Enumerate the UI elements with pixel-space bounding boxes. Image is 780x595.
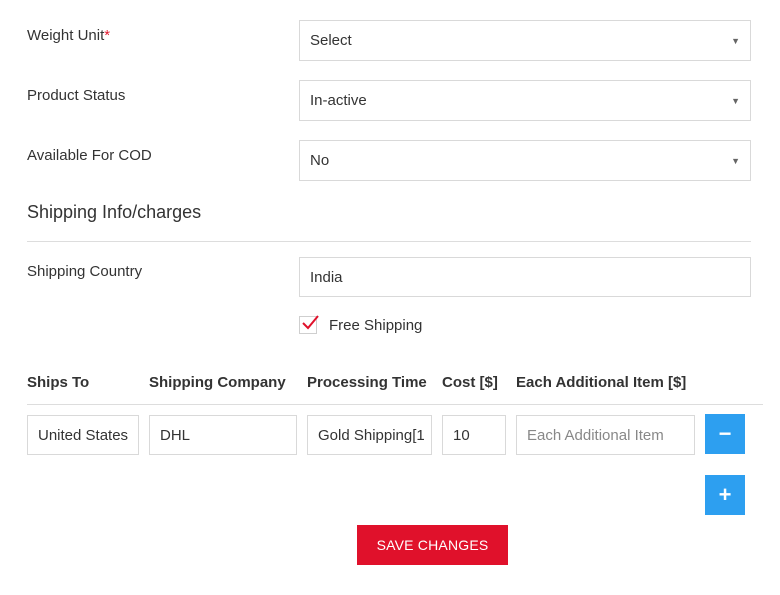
shipping-country-label: Shipping Country <box>27 263 143 280</box>
available-cod-select[interactable]: No ▼ <box>299 140 751 181</box>
shipping-country-input[interactable]: India <box>299 257 751 297</box>
product-status-label: Product Status <box>27 87 126 104</box>
plus-icon: + <box>718 482 732 507</box>
free-shipping-checkbox[interactable] <box>299 315 319 334</box>
available-cod-label: Available For COD <box>27 147 152 164</box>
caret-down-icon: ▼ <box>731 35 740 46</box>
weight-unit-select[interactable]: Select ▼ <box>299 20 751 61</box>
save-changes-button[interactable]: SAVE CHANGES <box>357 525 508 565</box>
caret-down-icon: ▼ <box>731 155 740 166</box>
table-divider <box>27 404 763 405</box>
column-header-shipping-company: Shipping Company <box>149 374 286 391</box>
processing-time-input[interactable]: Gold Shipping[1 <box>307 415 432 455</box>
column-header-additional-item: Each Additional Item [$] <box>516 374 687 391</box>
ships-to-input[interactable]: United States <box>27 415 139 455</box>
free-shipping-option[interactable]: Free Shipping <box>299 315 423 334</box>
additional-item-input[interactable]: Each Additional Item <box>516 415 695 455</box>
checkmark-icon <box>302 315 319 330</box>
column-header-ships-to: Ships To <box>27 374 90 391</box>
minus-icon: − <box>718 421 732 446</box>
add-row-button[interactable]: + <box>705 475 745 515</box>
divider <box>27 241 751 242</box>
cost-input[interactable]: 10 <box>442 415 506 455</box>
free-shipping-label: Free Shipping <box>329 316 423 334</box>
product-status-select[interactable]: In-active ▼ <box>299 80 751 121</box>
shipping-company-input[interactable]: DHL <box>149 415 297 455</box>
remove-row-button[interactable]: − <box>705 414 745 454</box>
required-mark: * <box>104 27 111 44</box>
column-header-cost: Cost [$] <box>442 374 498 391</box>
column-header-processing-time: Processing Time <box>307 374 427 391</box>
caret-down-icon: ▼ <box>731 95 740 106</box>
weight-unit-label: Weight Unit* <box>27 27 111 44</box>
shipping-heading: Shipping Info/charges <box>27 202 202 222</box>
